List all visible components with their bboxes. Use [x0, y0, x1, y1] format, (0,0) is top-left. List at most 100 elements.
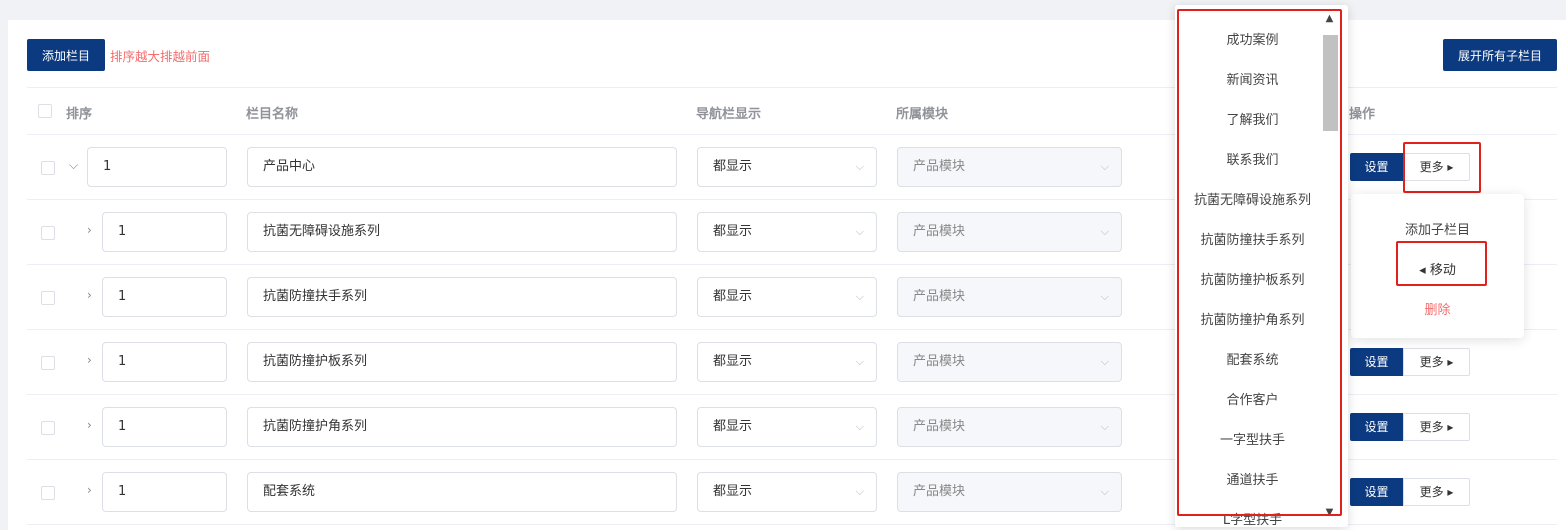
move-target-item[interactable]: 联系我们: [1180, 149, 1325, 168]
name-input[interactable]: 抗菌防撞扶手系列: [247, 277, 677, 317]
more-button[interactable]: 更多 ▸: [1403, 153, 1470, 181]
row-checkbox[interactable]: [41, 291, 55, 305]
scroll-up-icon[interactable]: ▲: [1321, 13, 1338, 27]
more-label: 更多: [1419, 160, 1444, 174]
toolbar: 添加栏目 排序越大排越前面: [27, 39, 210, 71]
nav-select-value: 都显示: [713, 224, 753, 239]
col-nav: 导航栏显示: [696, 107, 762, 122]
col-sort: 排序: [66, 107, 93, 122]
sort-input[interactable]: 1: [102, 342, 227, 382]
more-button[interactable]: 更多 ▸: [1403, 478, 1470, 506]
caret-right-icon: ▸: [1447, 160, 1454, 174]
chevron-right-icon[interactable]: ›: [87, 353, 92, 367]
nav-select[interactable]: 都显示 ⌵: [697, 407, 877, 447]
move-target-item[interactable]: 成功案例: [1180, 29, 1325, 48]
sort-input[interactable]: 1: [102, 277, 227, 317]
select-all-checkbox[interactable]: [38, 104, 52, 118]
more-label: 更多: [1419, 420, 1444, 434]
module-select: 产品模块 ⌵: [897, 147, 1122, 187]
move-target-item[interactable]: 合作客户: [1180, 389, 1325, 408]
add-column-button[interactable]: 添加栏目: [27, 39, 106, 71]
chevron-down-icon: ⌵: [1100, 290, 1109, 303]
nav-select-value: 都显示: [713, 419, 753, 434]
name-input[interactable]: 抗菌无障碍设施系列: [247, 212, 677, 252]
settings-button[interactable]: 设置: [1350, 348, 1403, 376]
name-input[interactable]: 产品中心: [247, 147, 677, 187]
chevron-down-icon: ⌵: [855, 225, 864, 238]
move-target-dropdown: 成功案例 新闻资讯 了解我们 联系我们 抗菌无障碍设施系列 抗菌防撞扶手系列 抗…: [1175, 5, 1348, 527]
move-target-item[interactable]: 抗菌无障碍设施系列: [1180, 189, 1325, 208]
row-checkbox[interactable]: [41, 226, 55, 240]
col-module: 所属模块: [896, 107, 949, 122]
menu-add-child[interactable]: 添加子栏目: [1351, 219, 1524, 238]
move-target-item[interactable]: 了解我们: [1180, 109, 1325, 128]
nav-select[interactable]: 都显示 ⌵: [697, 472, 877, 512]
row-checkbox[interactable]: [41, 161, 55, 175]
col-name: 栏目名称: [246, 107, 299, 122]
move-target-item[interactable]: 抗菌防撞护角系列: [1180, 309, 1325, 328]
move-target-item[interactable]: 抗菌防撞扶手系列: [1180, 229, 1325, 248]
move-target-item[interactable]: 配套系统: [1180, 349, 1325, 368]
scroll-thumb[interactable]: [1323, 35, 1338, 131]
row-checkbox[interactable]: [41, 486, 55, 500]
sort-input[interactable]: 1: [102, 407, 227, 447]
chevron-down-icon: ⌵: [1100, 420, 1109, 433]
chevron-down-icon: ⌵: [1100, 160, 1109, 173]
menu-delete[interactable]: 删除: [1351, 299, 1524, 318]
settings-button[interactable]: 设置: [1350, 478, 1403, 506]
nav-select[interactable]: 都显示 ⌵: [697, 147, 877, 187]
name-input[interactable]: 配套系统: [247, 472, 677, 512]
chevron-down-icon: ⌵: [1100, 355, 1109, 368]
move-target-item[interactable]: 一字型扶手: [1180, 429, 1325, 448]
scroll-down-icon[interactable]: ▼: [1321, 507, 1338, 521]
caret-left-icon: ◂: [1419, 263, 1426, 278]
name-input[interactable]: 抗菌防撞护板系列: [247, 342, 677, 382]
chevron-right-icon[interactable]: ›: [87, 288, 92, 302]
move-target-item[interactable]: 抗菌防撞护板系列: [1180, 269, 1325, 288]
settings-button[interactable]: 设置: [1350, 153, 1403, 181]
dropdown-scrollbar[interactable]: ▲ ▼: [1321, 13, 1338, 521]
module-select-value: 产品模块: [913, 159, 966, 174]
row-checkbox[interactable]: [41, 421, 55, 435]
nav-select-value: 都显示: [713, 484, 753, 499]
sort-input[interactable]: 1: [87, 147, 227, 187]
nav-select[interactable]: 都显示 ⌵: [697, 277, 877, 317]
sort-hint: 排序越大排越前面: [110, 48, 211, 64]
sort-input[interactable]: 1: [102, 212, 227, 252]
module-select-value: 产品模块: [913, 224, 966, 239]
chevron-right-icon[interactable]: ›: [87, 418, 92, 432]
more-label: 更多: [1419, 485, 1444, 499]
expand-all-button[interactable]: 展开所有子栏目: [1442, 39, 1557, 71]
nav-select[interactable]: 都显示 ⌵: [697, 212, 877, 252]
chevron-down-icon: ⌵: [855, 160, 864, 173]
module-select-value: 产品模块: [913, 289, 966, 304]
chevron-right-icon[interactable]: ›: [87, 483, 92, 497]
nav-select[interactable]: 都显示 ⌵: [697, 342, 877, 382]
move-target-item[interactable]: L字型扶手: [1180, 509, 1325, 527]
move-target-item[interactable]: 新闻资讯: [1180, 69, 1325, 88]
module-select: 产品模块 ⌵: [897, 277, 1122, 317]
chevron-down-icon: ⌵: [855, 355, 864, 368]
module-select: 产品模块 ⌵: [897, 407, 1122, 447]
caret-right-icon: ▸: [1447, 485, 1454, 499]
menu-move[interactable]: ◂ 移动: [1351, 259, 1524, 278]
move-target-item[interactable]: 通道扶手: [1180, 469, 1325, 488]
more-button[interactable]: 更多 ▸: [1403, 413, 1470, 441]
name-input[interactable]: 抗菌防撞护角系列: [247, 407, 677, 447]
chevron-down-icon: ⌵: [855, 420, 864, 433]
chevron-right-icon[interactable]: ›: [87, 223, 92, 237]
chevron-down-icon: ⌵: [1100, 485, 1109, 498]
row-checkbox[interactable]: [41, 356, 55, 370]
module-select: 产品模块 ⌵: [897, 342, 1122, 382]
chevron-down-icon: ⌵: [1100, 225, 1109, 238]
settings-button[interactable]: 设置: [1350, 413, 1403, 441]
menu-move-label: 移动: [1429, 263, 1456, 278]
module-select-value: 产品模块: [913, 354, 966, 369]
more-button[interactable]: 更多 ▸: [1403, 348, 1470, 376]
sort-input[interactable]: 1: [102, 472, 227, 512]
col-actions: 操作: [1349, 107, 1376, 122]
more-label: 更多: [1419, 355, 1444, 369]
chevron-down-icon[interactable]: ⌵: [69, 158, 78, 173]
module-select: 产品模块 ⌵: [897, 212, 1122, 252]
chevron-down-icon: ⌵: [855, 485, 864, 498]
